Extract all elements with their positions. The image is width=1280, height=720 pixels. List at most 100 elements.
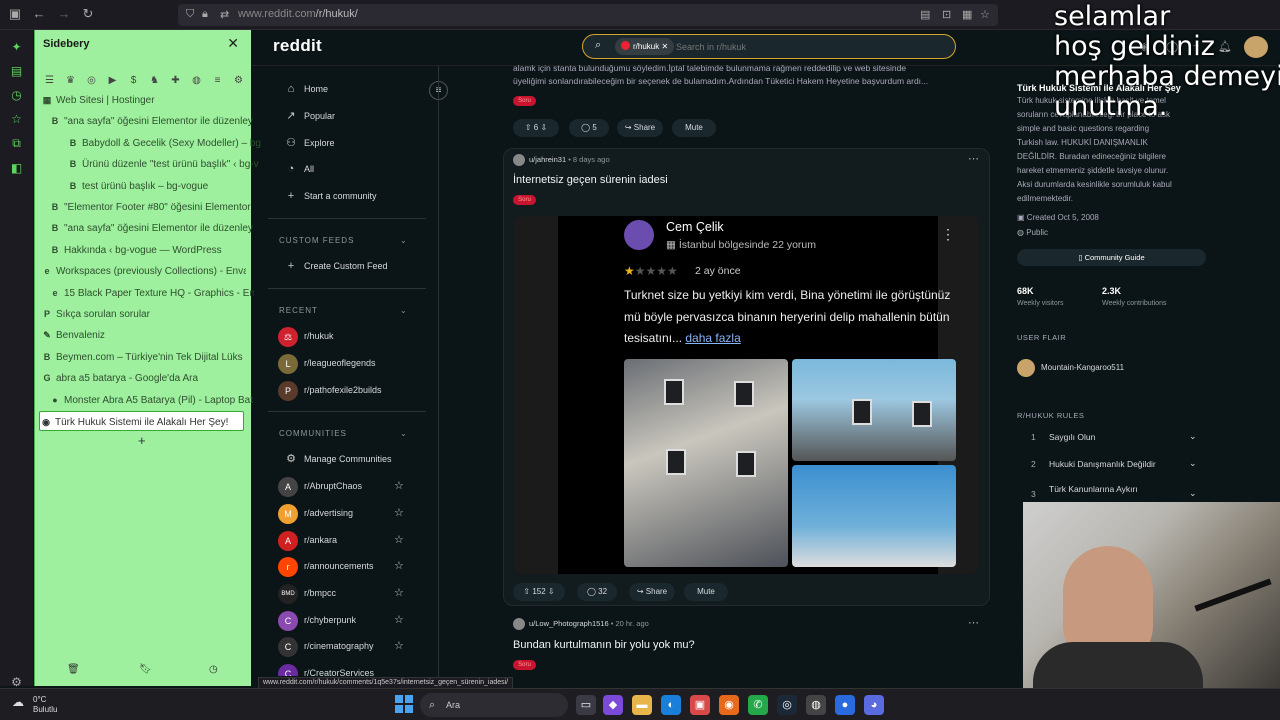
discord-icon[interactable]: ◕ <box>864 695 884 715</box>
downvote-icon[interactable]: ⇩ <box>540 123 547 132</box>
vote-button[interactable]: ⇧ 6 ⇩ <box>513 119 559 137</box>
sidebery-tab[interactable]: B "Elementor Footer #80" öğesini Elemento… <box>49 197 254 217</box>
search-input[interactable] <box>676 38 936 55</box>
rule-item[interactable]: 3 Türk Kanunlarına Aykırı ⌄ <box>1017 482 1206 500</box>
rule-item[interactable]: 2 Hukuki Danışmanlık Değildir ⌄ <box>1017 455 1206 475</box>
bookmark-icon[interactable]: 🔖︎ <box>139 664 152 675</box>
extensions-grid-icon[interactable]: ▦ <box>962 8 972 21</box>
nav-popular[interactable]: ↗ Popular <box>268 106 428 126</box>
firefox-icon[interactable]: ◉ <box>719 695 739 715</box>
reddit-search[interactable]: ⌕ r/hukuk ✕ <box>582 34 956 59</box>
panel-icon[interactable]: ♛ <box>60 75 81 86</box>
task-view-icon[interactable]: ▭ <box>576 695 596 715</box>
pocket-icon[interactable]: ▤ <box>0 64 33 78</box>
steam-icon[interactable]: ◎ <box>777 695 797 715</box>
manage-communities[interactable]: ⚙ Manage Communities <box>268 449 428 469</box>
mute-button[interactable]: Mute <box>684 583 728 601</box>
app-icon[interactable]: ● <box>835 695 855 715</box>
sidebery-icon[interactable]: ⧉ <box>0 136 33 151</box>
user-avatar[interactable] <box>513 618 525 630</box>
star-icon[interactable]: ☆ <box>394 635 404 657</box>
mute-button[interactable]: Mute <box>672 119 716 137</box>
obs-icon[interactable]: ◍ <box>806 695 826 715</box>
reddit-logo[interactable]: reddit <box>273 36 322 56</box>
user-flair[interactable]: Mountain-Kangaroo511 <box>1017 359 1124 377</box>
star-icon[interactable]: ☆ <box>394 609 404 631</box>
sidebery-tab[interactable]: B Beymen.com – Türkiye'nin Tek Dijital Lü… <box>41 347 246 367</box>
file-explorer-icon[interactable]: ▬ <box>632 695 652 715</box>
sidebery-tab[interactable]: Btest ürünü başlık – bg-vogue <box>67 176 272 196</box>
reload-icon[interactable]: ↻ <box>79 6 97 22</box>
close-icon[interactable]: ✕ <box>227 35 239 52</box>
recent-item[interactable]: ⚖ r/hukuk <box>278 325 413 347</box>
trash-icon[interactable]: 🗑︎ <box>67 664 80 675</box>
sidebery-tab[interactable]: ▦ Web Sitesi | Hostinger <box>41 90 246 110</box>
history-icon[interactable]: ◷ <box>0 88 33 102</box>
recent-item[interactable]: Lr/leagueoflegends <box>278 352 413 374</box>
panel-icon[interactable]: ◎ <box>81 75 102 86</box>
dollar-panel-icon[interactable]: $ <box>123 75 144 86</box>
settings-icon[interactable]: ⚙ <box>0 675 33 689</box>
community-item[interactable]: Ar/ankara ☆ <box>278 529 413 551</box>
recent-item[interactable]: Pr/pathofexile2builds <box>278 379 413 401</box>
nav-start-community[interactable]: + Start a community <box>268 186 428 206</box>
sidebery-tab[interactable]: ◉ Türk Hukuk Sistemi ile Alakalı Her Şey! <box>39 411 244 431</box>
vote-button[interactable]: ⇧ 152 ⇩ <box>513 583 565 601</box>
sidebery-tab[interactable]: ✎ Benvaleniz <box>41 325 246 345</box>
subreddit-filter-chip[interactable]: r/hukuk ✕ <box>615 38 675 55</box>
shield-icon[interactable]: ⛉ <box>186 8 194 21</box>
bookmarks-icon[interactable]: ☆ <box>0 112 33 126</box>
communities-header[interactable]: COMMUNITIES ⌄ <box>279 429 407 438</box>
upvote-icon[interactable]: ⇧ <box>525 123 532 132</box>
nav-explore[interactable]: ⚇ Explore <box>268 133 428 153</box>
community-item[interactable]: r r/announcements ☆ <box>278 555 413 577</box>
sidebery-tab[interactable]: B Babydoll & Gecelik (Sexy Modeller) – bg <box>67 133 272 153</box>
star-icon[interactable]: ☆ <box>394 555 404 577</box>
star-icon[interactable]: ☆ <box>394 582 404 604</box>
sidebery-tab[interactable]: P Sıkça sorulan sorular <box>41 304 246 324</box>
post-flair[interactable]: Soru <box>513 195 536 205</box>
comments-button[interactable]: ◯ 5 <box>569 119 609 137</box>
share-button[interactable]: ↪ Share <box>617 119 663 137</box>
more-options-icon[interactable]: ⋯ <box>968 616 979 629</box>
container-icon[interactable]: ◧ <box>0 161 33 175</box>
bookmark-star-icon[interactable]: ☆ <box>980 8 990 21</box>
permissions-icon[interactable]: ⇄ <box>220 8 229 21</box>
create-custom-feed[interactable]: + Create Custom Feed <box>268 256 428 276</box>
reader-icon[interactable]: ▤ <box>920 8 930 21</box>
sidebery-tab[interactable]: Gabra a5 batarya - Google'da Ara <box>41 368 246 388</box>
post-title[interactable]: Bundan kurtulmanın bir yolu yok mu? <box>513 639 695 651</box>
edge-icon[interactable]: ◐ <box>661 695 681 715</box>
star-icon[interactable]: ☆ <box>394 502 404 524</box>
sidebery-tab[interactable]: ● Monster Abra A5 Batarya (Pil) - Laptop … <box>49 390 254 410</box>
post-flair[interactable]: Soru <box>513 96 536 106</box>
community-item[interactable]: Ar/AbruptChaos ☆ <box>278 475 413 497</box>
taskbar-search[interactable]: ⌕ Ara <box>420 693 568 717</box>
custom-feeds-header[interactable]: CUSTOM FEEDS ⌄ <box>279 236 407 245</box>
comments-button[interactable]: ◯ 32 <box>577 583 617 601</box>
sidebery-tab[interactable]: B "ana sayfa" öğesini Elementor ile düzen… <box>49 218 254 238</box>
community-guide-button[interactable]: ▯ Community Guide <box>1017 249 1206 266</box>
translate-icon[interactable]: ⊡ <box>942 8 951 21</box>
sidebery-tab[interactable]: e 15 Black Paper Texture HQ - Graphics - … <box>49 283 254 303</box>
game-panel-icon[interactable]: ✚ <box>165 75 186 86</box>
post-author[interactable]: u/jahrein31 <box>529 155 566 164</box>
ai-icon[interactable]: ✦ <box>0 40 33 54</box>
sidebery-tab[interactable]: e Workspaces (previously Collections) - E… <box>41 261 246 281</box>
community-item[interactable]: BMD r/bmpcc ☆ <box>278 582 413 604</box>
gear-icon[interactable]: ⚙ <box>228 75 249 86</box>
upvote-icon[interactable]: ⇧ <box>523 587 530 596</box>
url-bar[interactable]: ⛉ 🔒︎ ⇄ www.reddit.com/r/hukuk/ ▤ ⊡ ▦ ☆ <box>178 4 998 26</box>
list-panel-icon[interactable]: ≡ <box>207 75 228 86</box>
nav-all[interactable]: ◔ All <box>268 159 428 179</box>
lock-icon[interactable]: 🔒︎ <box>202 8 208 21</box>
sidebery-tab[interactable]: B "ana sayfa" öğesini Elementor ile düzen… <box>49 111 254 131</box>
community-item[interactable]: Cr/cinematography ☆ <box>278 635 413 657</box>
post-flair[interactable]: Soru <box>513 660 536 670</box>
panel-icon[interactable]: ◍ <box>186 75 207 86</box>
recent-header[interactable]: RECENT ⌄ <box>279 306 407 315</box>
post-author[interactable]: u/Low_Photograph1516 <box>529 619 609 628</box>
post-title[interactable]: İnternetsiz geçen sürenin iadesi <box>513 174 668 186</box>
whatsapp-icon[interactable]: ✆ <box>748 695 768 715</box>
clock-icon[interactable]: ◷ <box>209 664 218 675</box>
